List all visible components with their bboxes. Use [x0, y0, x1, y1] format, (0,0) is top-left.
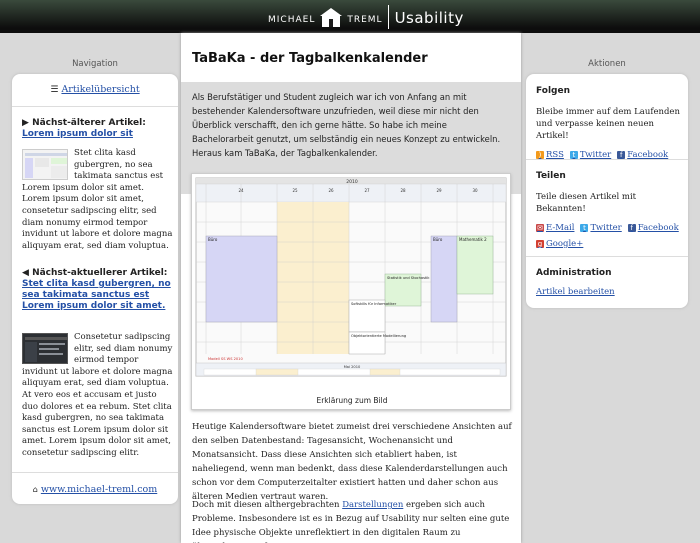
- site-logo[interactable]: MICHAEL TREML Usability: [268, 5, 464, 29]
- house-logo-icon: [318, 7, 344, 27]
- follow-title: Folgen: [536, 86, 571, 96]
- google-plus-icon: g: [536, 240, 544, 248]
- admin-section: Administration Artikel bearbeiten: [536, 268, 686, 297]
- twitter-share-link[interactable]: t Twitter: [580, 223, 622, 233]
- brand-section: Usability: [394, 9, 464, 27]
- svg-text:Statistik und Stochastik: Statistik und Stochastik: [387, 276, 430, 280]
- share-links: ✉ E-Mail t Twitter f Facebook g Google+: [536, 223, 686, 249]
- svg-text:24: 24: [238, 188, 244, 193]
- actions-panel: Folgen Bleibe immer auf dem Laufenden un…: [526, 74, 688, 308]
- svg-text:Mai 2010: Mai 2010: [344, 365, 361, 369]
- svg-text:29: 29: [436, 188, 442, 193]
- overview-link[interactable]: Artikelübersicht: [61, 84, 139, 95]
- facebook-icon: f: [617, 151, 626, 159]
- older-article-label: Nächst-älterer Artikel:: [32, 118, 146, 128]
- follow-section: Folgen Bleibe immer auf dem Laufenden un…: [536, 86, 686, 160]
- inline-link[interactable]: Darstellungen: [342, 500, 403, 510]
- edit-article-link[interactable]: Artikel bearbeiten: [536, 287, 615, 297]
- svg-text:Büro: Büro: [433, 237, 443, 242]
- navigation-panel: ☰ Artikelübersicht ▶ Nächst-älterer Arti…: [12, 74, 178, 504]
- overview-row: ☰ Artikelübersicht: [12, 84, 178, 95]
- svg-text:Softskills für Informatiker: Softskills für Informatiker: [351, 302, 397, 306]
- email-share-link[interactable]: ✉ E-Mail: [536, 223, 574, 233]
- newer-article-thumbnail[interactable]: [22, 333, 68, 364]
- svg-text:25: 25: [292, 188, 298, 193]
- svg-text:27: 27: [364, 188, 370, 193]
- triangle-left-icon: ◀: [22, 268, 29, 278]
- list-icon: ☰: [50, 85, 59, 95]
- twitter-icon: t: [569, 151, 578, 159]
- share-text: Teile diesen Artikel mit Bekannten!: [536, 192, 637, 214]
- divider: [526, 159, 688, 160]
- twitter-icon: t: [580, 224, 589, 232]
- svg-text:30: 30: [472, 188, 478, 193]
- share-title: Teilen: [536, 171, 566, 181]
- newer-article-label: Nächst-aktuellerer Artikel:: [32, 268, 168, 278]
- divider: [526, 256, 688, 257]
- calendar-screenshot-figure[interactable]: 2010 24 25 26 27 28 29 30 Büro Büro Math…: [191, 173, 511, 410]
- home-icon: ⌂: [32, 485, 38, 494]
- rss-icon: ): [536, 151, 544, 159]
- brand-first-name: MICHAEL: [268, 15, 316, 25]
- follow-text: Bleibe immer auf dem Laufenden und verpa…: [536, 107, 680, 141]
- top-bar: MICHAEL TREML Usability: [0, 0, 700, 33]
- navigation-heading: Navigation: [72, 59, 118, 69]
- newer-article-teaser: Consetetur sadipscing elitr, sed diam no…: [22, 332, 174, 460]
- googleplus-share-link[interactable]: g Google+: [536, 239, 583, 249]
- older-article-teaser: Stet clita kasd gubergren, no sea takima…: [22, 148, 174, 252]
- svg-text:Büro: Büro: [208, 237, 218, 242]
- article-paragraph: Heutige Kalendersoftware bietet zumeist …: [192, 422, 512, 502]
- triangle-right-icon: ▶: [22, 118, 29, 128]
- calendar-screenshot: 2010 24 25 26 27 28 29 30 Büro Büro Math…: [195, 177, 507, 377]
- divider: [12, 472, 178, 473]
- actions-heading: Aktionen: [588, 59, 626, 69]
- brand-last-name: TREML: [347, 15, 383, 25]
- article: TaBaKa - der Tagbalkenkalender Als Beruf…: [181, 33, 521, 543]
- older-article-link[interactable]: Lorem ipsum dolor sit: [22, 129, 172, 140]
- divider: [12, 106, 178, 107]
- older-article-thumbnail[interactable]: [22, 149, 68, 180]
- svg-text:26: 26: [328, 188, 334, 193]
- mail-icon: ✉: [536, 224, 544, 232]
- svg-text:Mathematik 2: Mathematik 2: [459, 237, 487, 242]
- article-title: TaBaKa - der Tagbalkenkalender: [192, 51, 428, 66]
- svg-text:Modell SS WS 2010: Modell SS WS 2010: [208, 357, 243, 361]
- admin-title: Administration: [536, 268, 612, 278]
- facebook-icon: f: [627, 224, 636, 232]
- svg-text:28: 28: [400, 188, 406, 193]
- svg-text:Objektorientierte Modellierung: Objektorientierte Modellierung: [351, 334, 406, 338]
- newer-article-heading: ◀ Nächst-aktuellerer Artikel:: [22, 268, 172, 279]
- facebook-share-link[interactable]: f Facebook: [627, 223, 679, 233]
- brand-separator: [387, 5, 389, 29]
- older-article-heading: ▶ Nächst-älterer Artikel:: [22, 118, 172, 129]
- figure-caption: Erklärung zum Bild: [316, 396, 388, 405]
- homepage-link[interactable]: www.michael-treml.com: [41, 484, 157, 495]
- newer-article-link[interactable]: Stet clita kasd gubergren, no sea takima…: [22, 279, 172, 312]
- article-paragraph: Doch mit diesen althergebrachten Darstel…: [192, 500, 510, 543]
- homepage-row: ⌂ www.michael-treml.com: [12, 484, 178, 495]
- share-section: Teilen Teile diesen Artikel mit Bekannte…: [536, 171, 686, 249]
